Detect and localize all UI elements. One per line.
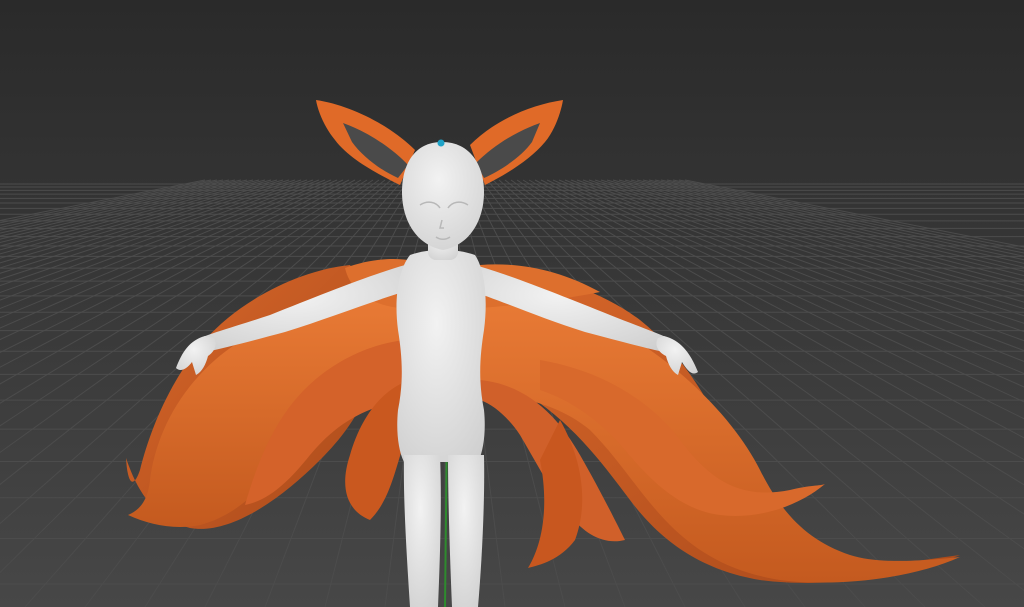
3d-viewport[interactable]: [0, 0, 1024, 607]
viewport-canvas[interactable]: [0, 0, 1024, 607]
torso: [396, 249, 486, 462]
origin-marker-icon[interactable]: [437, 139, 445, 147]
leg-left: [403, 455, 441, 607]
leg-right: [448, 455, 485, 607]
